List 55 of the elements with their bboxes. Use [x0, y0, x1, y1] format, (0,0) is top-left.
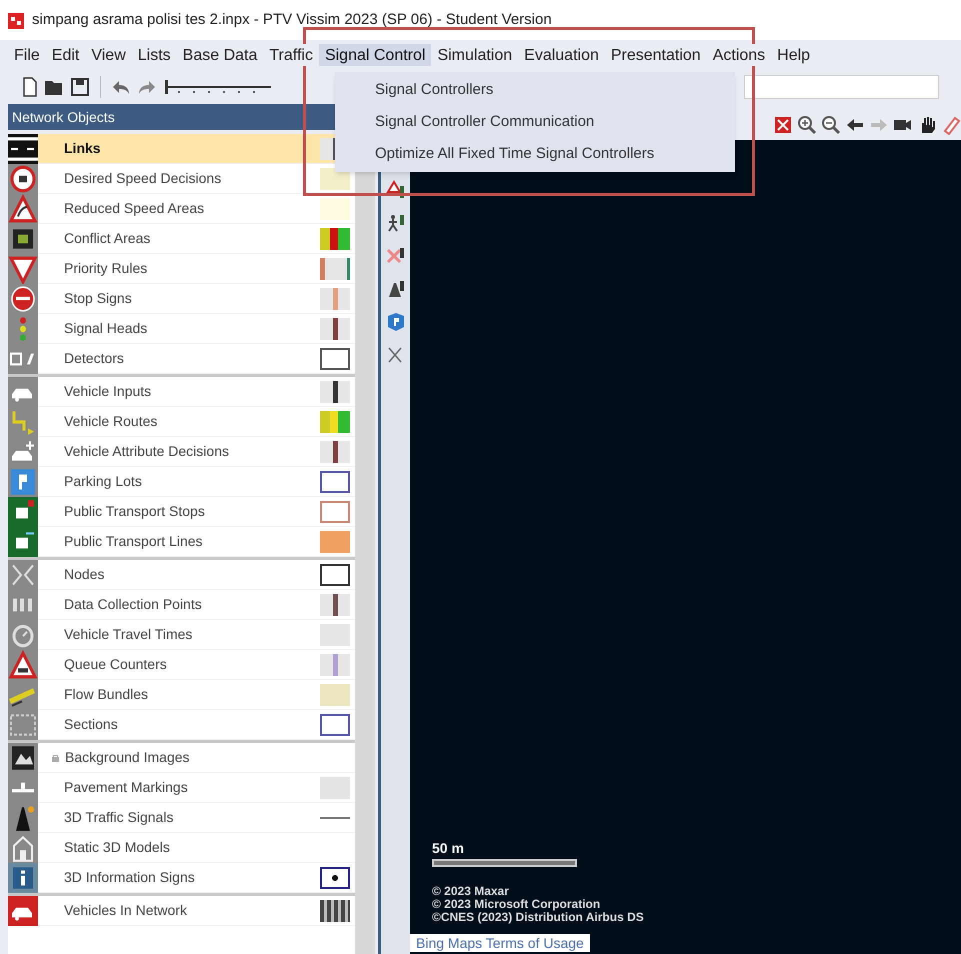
- object-label: Links: [64, 139, 101, 158]
- object-label: Desired Speed Decisions: [64, 169, 222, 188]
- object-label: 3D Information Signs: [64, 868, 195, 887]
- object-label: Vehicle Inputs: [64, 382, 152, 401]
- object-row[interactable]: Reduced Speed Areas: [8, 194, 355, 224]
- object-row[interactable]: Queue Counters: [8, 650, 355, 680]
- object-label: Vehicle Attribute Decisions: [64, 442, 229, 461]
- object-label: 3D Traffic Signals: [64, 808, 174, 827]
- object-label: Queue Counters: [64, 655, 167, 674]
- object-label: Public Transport Stops: [64, 502, 205, 521]
- object-label: Flow Bundles: [64, 685, 148, 704]
- object-row[interactable]: Public Transport Lines: [8, 527, 355, 557]
- object-label: Reduced Speed Areas: [64, 199, 204, 218]
- object-row[interactable]: Sections: [8, 710, 355, 740]
- object-label: Signal Heads: [64, 319, 148, 338]
- object-label: Stop Signs: [64, 289, 132, 308]
- object-label: Static 3D Models: [64, 838, 170, 857]
- object-row[interactable]: Flow Bundles: [8, 680, 355, 710]
- object-row[interactable]: Pavement Markings: [8, 773, 355, 803]
- object-row[interactable]: Vehicle Inputs: [8, 377, 355, 407]
- object-label: Priority Rules: [64, 259, 148, 278]
- map-attribution: © 2023 Microsoft Corporation: [432, 898, 602, 911]
- object-label: Detectors: [64, 349, 124, 368]
- object-row[interactable]: Data Collection Points: [8, 590, 355, 620]
- object-row[interactable]: 3D Traffic Signals: [8, 803, 355, 833]
- object-label: Sections: [64, 715, 118, 734]
- object-row[interactable]: Public Transport Stops: [8, 497, 355, 527]
- object-label: Background Images: [65, 748, 190, 767]
- object-row[interactable]: Vehicle Attribute Decisions: [8, 437, 355, 467]
- menu-item[interactable]: Signal Control: [318, 44, 432, 66]
- object-label: Vehicle Travel Times: [64, 625, 192, 644]
- object-row[interactable]: Signal Heads: [8, 314, 355, 344]
- object-row[interactable]: Vehicle Routes: [8, 407, 355, 437]
- window-title: simpang asrama polisi tes 2.inpx - PTV Vissim 2023 (SP 06) - Student Version: [32, 10, 552, 30]
- object-label: Vehicle Routes: [64, 412, 158, 431]
- object-row[interactable]: Static 3D Models: [8, 833, 355, 863]
- object-label: Pavement Markings: [64, 778, 188, 797]
- object-row[interactable]: Parking Lots: [8, 467, 355, 497]
- map-attribution: © 2023 Maxar: [432, 885, 510, 898]
- object-label: Conflict Areas: [64, 229, 150, 248]
- object-row[interactable]: Nodes: [8, 560, 355, 590]
- object-row[interactable]: Conflict Areas: [8, 224, 355, 254]
- map-attribution: ©CNES (2023) Distribution Airbus DS: [432, 911, 645, 924]
- object-label: Public Transport Lines: [64, 532, 203, 551]
- object-label: Vehicles In Network: [64, 901, 187, 920]
- object-row[interactable]: Priority Rules: [8, 254, 355, 284]
- object-row[interactable]: Background Images: [8, 743, 355, 773]
- terms-link[interactable]: Bing Maps Terms of Usage: [410, 934, 590, 952]
- object-row[interactable]: Vehicles In Network: [8, 896, 355, 926]
- object-label: Nodes: [64, 565, 104, 584]
- object-row[interactable]: 3D Information Signs: [8, 863, 355, 893]
- scale-label: 50 m: [432, 839, 465, 858]
- object-row[interactable]: Detectors: [8, 344, 355, 374]
- object-label: Parking Lots: [64, 472, 142, 491]
- object-label: Data Collection Points: [64, 595, 202, 614]
